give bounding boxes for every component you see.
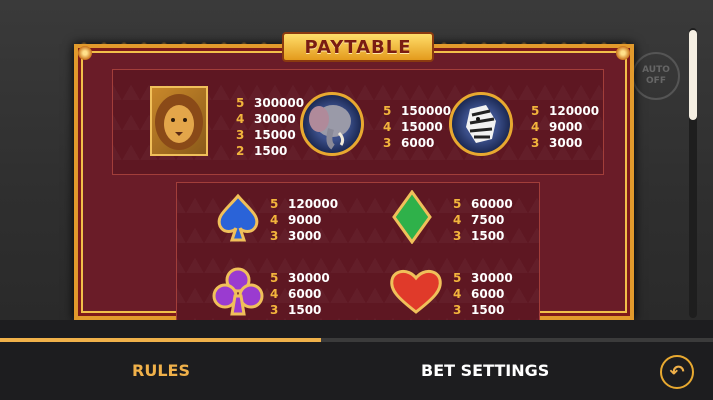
elephant-paytable: 5 150000 4 15000 3 6000 xyxy=(383,104,452,150)
club-icon xyxy=(210,266,266,322)
zebra-paytable: 5 120000 4 9000 3 3000 xyxy=(531,104,600,150)
corner-ornament xyxy=(616,46,630,60)
elephant-icon xyxy=(300,92,364,156)
scrollbar-thumb[interactable] xyxy=(689,30,697,120)
spade-icon xyxy=(210,192,266,248)
back-arrow-icon: ↶ xyxy=(669,361,685,383)
scrollbar[interactable] xyxy=(689,28,697,318)
page-title: PAYTABLE xyxy=(304,36,412,58)
tab-rules[interactable]: RULES xyxy=(132,361,190,380)
title-plate: PAYTABLE xyxy=(282,32,434,62)
auto-spin-button[interactable]: AUTO OFF xyxy=(632,52,680,100)
zebra-icon xyxy=(449,92,513,156)
bottom-gap xyxy=(0,320,713,338)
bottom-nav-bar xyxy=(0,342,713,400)
lion-paytable: 5 300000 4 30000 3 15000 2 1500 xyxy=(236,96,305,158)
corner-ornament xyxy=(78,46,92,60)
tab-bet-settings[interactable]: BET SETTINGS xyxy=(421,361,549,380)
diamond-paytable: 5 60000 4 7500 3 1500 xyxy=(453,197,513,243)
diamond-icon xyxy=(392,189,432,248)
spade-paytable: 5 120000 4 9000 3 3000 xyxy=(270,197,339,243)
heart-icon xyxy=(388,266,444,320)
club-paytable: 5 30000 4 6000 3 1500 xyxy=(270,271,330,317)
back-button[interactable]: ↶ xyxy=(660,355,694,389)
lion-icon xyxy=(150,86,208,156)
heart-paytable: 5 30000 4 6000 3 1500 xyxy=(453,271,513,317)
